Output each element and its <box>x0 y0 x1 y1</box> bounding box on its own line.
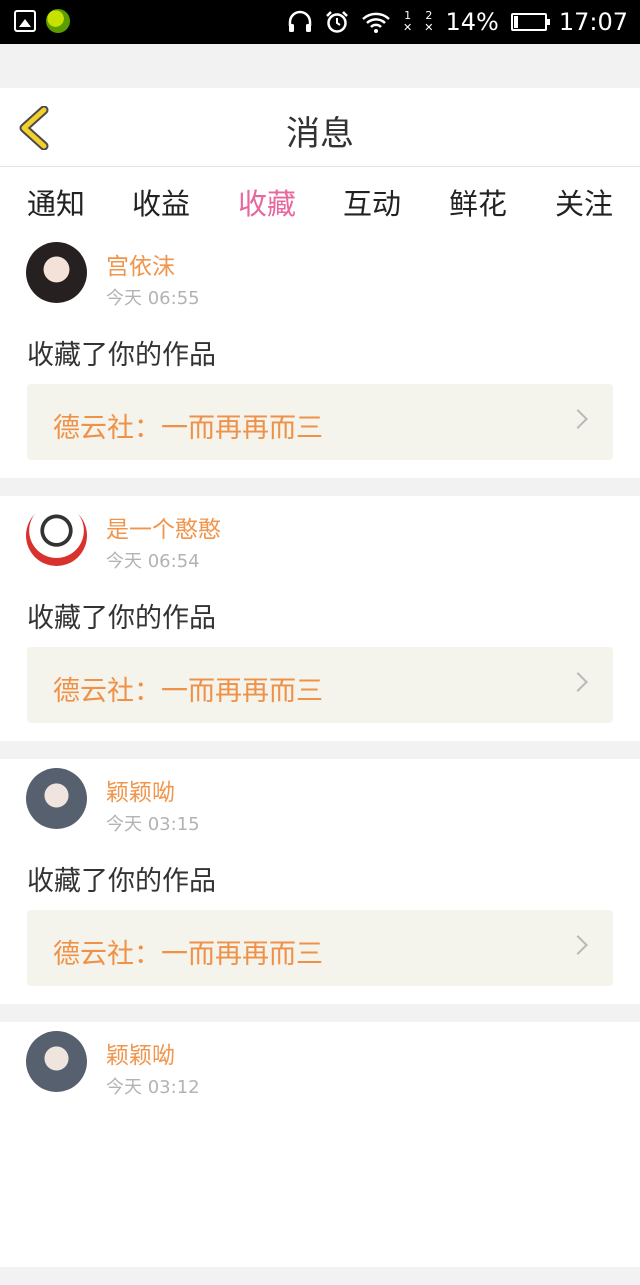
chevron-right-icon <box>568 672 588 692</box>
username[interactable]: 是一个憨憨 <box>106 510 221 544</box>
list-item: 是一个憨憨 今天 06:54 收藏了你的作品 德云社：一而再再而三 <box>0 496 640 741</box>
avatar[interactable] <box>26 768 87 829</box>
tab-flowers[interactable]: 鲜花 <box>438 181 518 223</box>
wifi-icon <box>362 12 390 33</box>
sim1-signal: 1 ✕ <box>403 10 412 34</box>
username[interactable]: 颖颖呦 <box>106 1036 175 1070</box>
avatar[interactable] <box>26 505 87 566</box>
timestamp: 今天 03:15 <box>106 814 200 835</box>
tab-bar: 通知 收益 收藏 互动 鲜花 关注 <box>0 167 640 236</box>
tab-label: 通知 <box>26 187 85 221</box>
no-signal-icon: ✕ <box>424 21 434 34</box>
battery-percent: 14% <box>445 8 499 36</box>
work-link[interactable]: 德云社：一而再再而三 <box>27 384 613 460</box>
chevron-right-icon <box>568 935 588 955</box>
sim2-signal: 2 ✕ <box>424 10 433 34</box>
tab-earnings[interactable]: 收益 <box>121 181 201 223</box>
work-title: 德云社：一而再再而三 <box>53 413 323 444</box>
tab-label: 鲜花 <box>448 187 507 221</box>
work-title: 德云社：一而再再而三 <box>53 676 323 707</box>
timestamp: 今天 06:55 <box>106 288 200 309</box>
status-left-icons <box>14 9 70 33</box>
avatar[interactable] <box>26 1031 87 1092</box>
tab-label: 互动 <box>342 187 401 221</box>
tab-label: 收益 <box>131 187 190 221</box>
tab-label: 关注 <box>554 187 613 221</box>
timestamp: 今天 06:54 <box>106 551 200 572</box>
timestamp: 今天 03:12 <box>106 1077 200 1098</box>
work-link[interactable]: 德云社：一而再再而三 <box>27 910 613 986</box>
action-text: 收藏了你的作品 <box>27 603 216 634</box>
work-title: 德云社：一而再再而三 <box>53 939 323 970</box>
list-item: 颖颖呦 今天 03:15 收藏了你的作品 德云社：一而再再而三 <box>0 759 640 1004</box>
chevron-right-icon <box>568 409 588 429</box>
username[interactable]: 颖颖呦 <box>106 773 175 807</box>
page-title: 消息 <box>286 114 354 154</box>
status-bar: 1 ✕ 2 ✕ 14% 17:07 <box>0 0 640 44</box>
alarm-icon <box>326 11 348 33</box>
message-list: 宫依沫 今天 06:55 收藏了你的作品 德云社：一而再再而三 是一个憨憨 今天… <box>0 233 640 1285</box>
tab-label: 收藏 <box>237 187 296 221</box>
battery-fill <box>513 16 518 28</box>
header-bar: 消息 <box>0 88 640 167</box>
app-icon <box>46 9 70 33</box>
status-right-icons: 1 ✕ 2 ✕ 14% 17:07 <box>287 0 628 44</box>
action-text: 收藏了你的作品 <box>27 340 216 371</box>
avatar[interactable] <box>26 242 87 303</box>
tab-favorites[interactable]: 收藏 <box>227 181 307 236</box>
battery-icon <box>510 13 550 31</box>
action-text: 收藏了你的作品 <box>27 866 216 897</box>
list-item: 颖颖呦 今天 03:12 <box>0 1022 640 1267</box>
work-link[interactable]: 德云社：一而再再而三 <box>27 647 613 723</box>
tab-interactions[interactable]: 互动 <box>332 181 412 223</box>
status-time: 17:07 <box>558 8 628 36</box>
username[interactable]: 宫依沫 <box>106 247 175 281</box>
list-item: 宫依沫 今天 06:55 收藏了你的作品 德云社：一而再再而三 <box>0 233 640 478</box>
no-signal-icon: ✕ <box>403 21 413 34</box>
gallery-icon <box>14 10 36 32</box>
tab-follows[interactable]: 关注 <box>544 181 624 223</box>
tab-notifications[interactable]: 通知 <box>16 181 96 223</box>
headphone-icon <box>288 10 312 32</box>
